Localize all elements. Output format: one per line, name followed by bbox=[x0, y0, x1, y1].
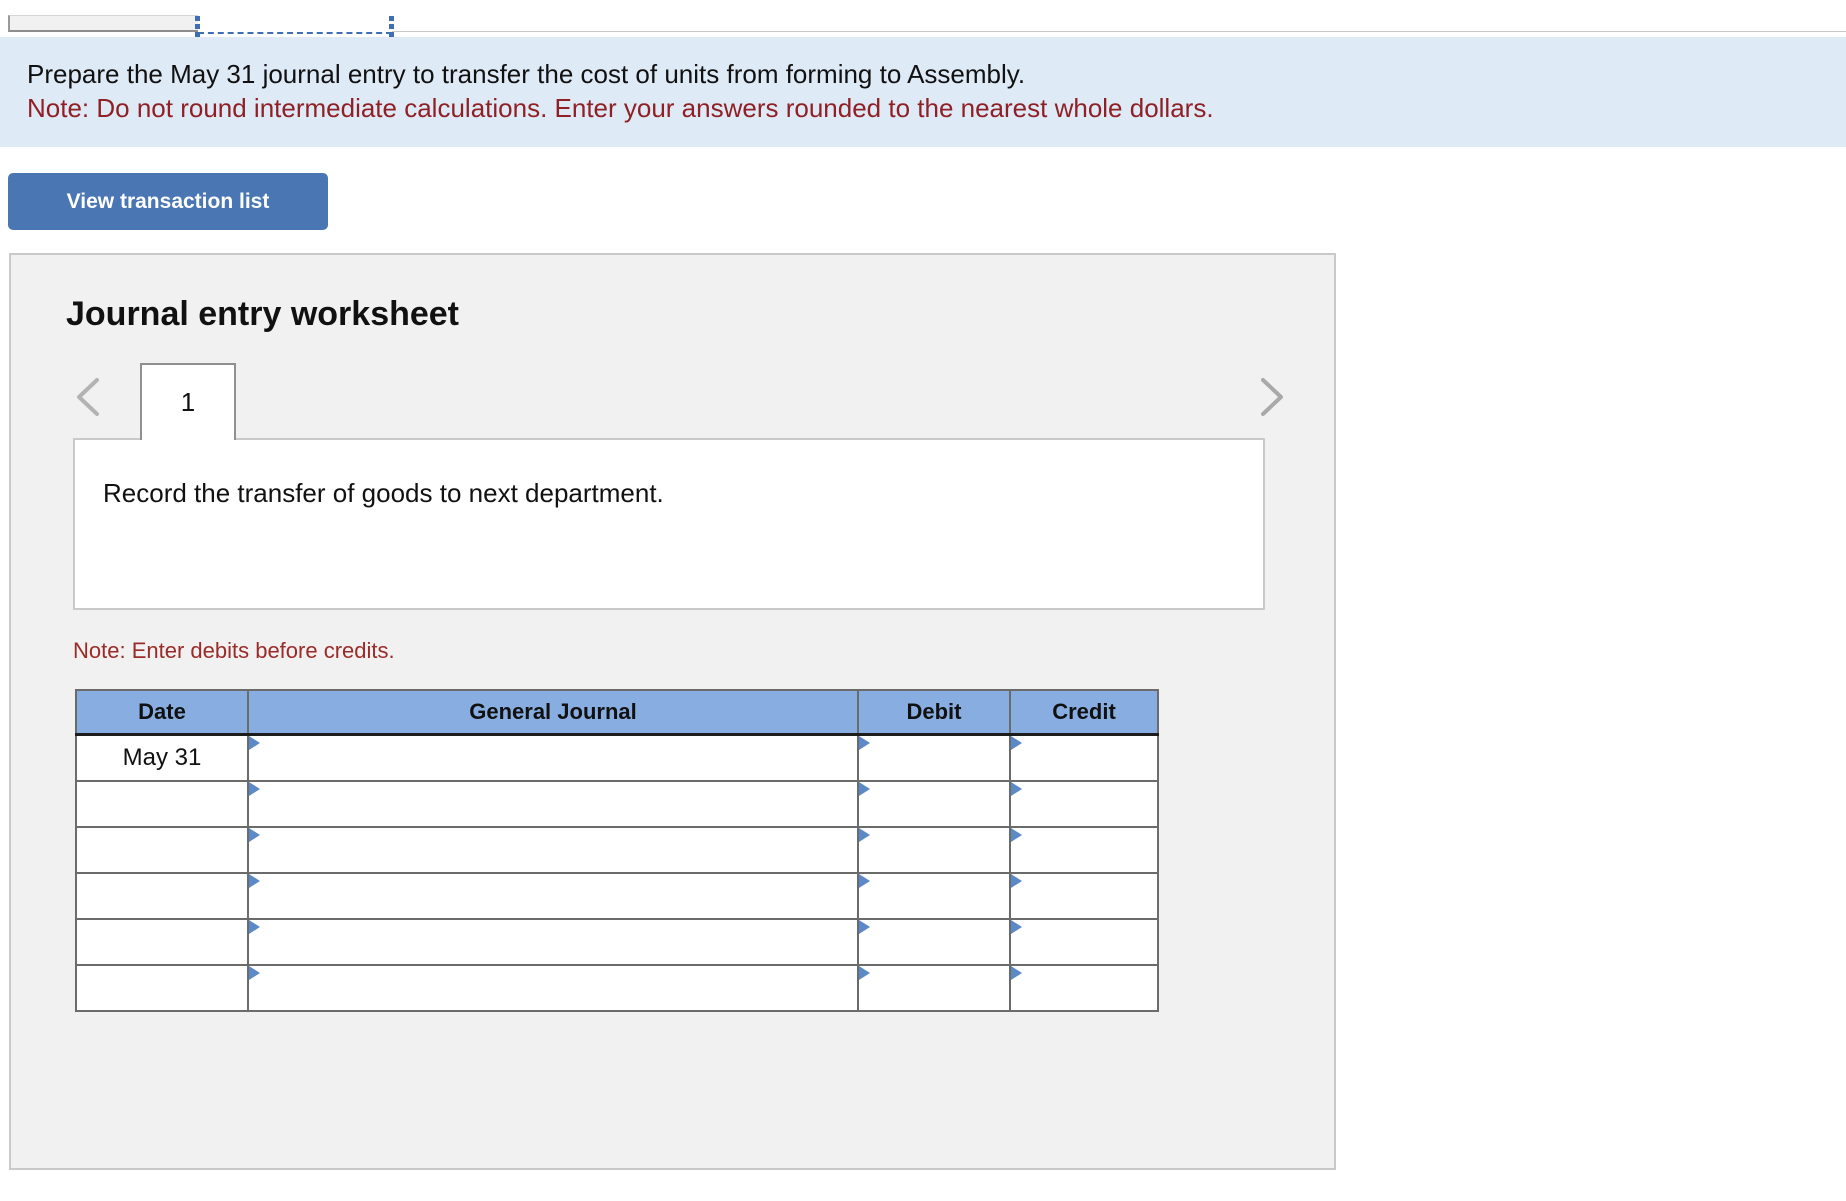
journal-account-select[interactable] bbox=[252, 830, 854, 869]
journal-account-select-cell bbox=[247, 825, 859, 874]
dropdown-caret-icon bbox=[859, 827, 870, 842]
debits-before-credits-note: Note: Enter debits before credits. bbox=[73, 638, 395, 663]
journal-date-cell[interactable] bbox=[75, 779, 249, 828]
dropdown-caret-icon bbox=[859, 736, 870, 750]
journal-credit-select[interactable] bbox=[1014, 968, 1154, 1007]
transaction-description-text: Record the transfer of goods to next dep… bbox=[103, 478, 664, 508]
selection-handle-top-left[interactable] bbox=[195, 16, 200, 21]
dropdown-caret-icon bbox=[859, 873, 870, 888]
selection-dashed-block bbox=[198, 15, 392, 34]
column-header-general-journal: General Journal bbox=[247, 689, 859, 736]
table-row bbox=[75, 779, 1159, 828]
journal-account-select-cell bbox=[247, 963, 859, 1012]
column-header-date: Date bbox=[75, 689, 249, 736]
selection-trailing-rule bbox=[392, 15, 1846, 32]
column-header-debit: Debit bbox=[857, 689, 1011, 736]
instruction-note: Note: Do not round intermediate calculat… bbox=[27, 93, 1214, 123]
transaction-description-box: Record the transfer of goods to next dep… bbox=[73, 438, 1265, 610]
dropdown-caret-icon bbox=[859, 919, 870, 934]
journal-account-select-cell bbox=[247, 871, 859, 920]
journal-debit-select-cell bbox=[857, 871, 1011, 920]
chevron-left-icon[interactable] bbox=[69, 372, 109, 422]
journal-debit-select[interactable] bbox=[862, 830, 1006, 869]
selection-handle-top-right[interactable] bbox=[389, 16, 394, 21]
journal-entry-table: Date General Journal Debit Credit May 31 bbox=[75, 689, 1159, 1012]
table-header-row: Date General Journal Debit Credit bbox=[75, 689, 1159, 736]
journal-account-select[interactable] bbox=[252, 784, 854, 823]
worksheet-tab-1[interactable]: 1 bbox=[140, 363, 236, 440]
journal-credit-select[interactable] bbox=[1014, 922, 1154, 961]
journal-account-select[interactable] bbox=[252, 739, 854, 777]
table-row bbox=[75, 825, 1159, 874]
journal-credit-select-cell bbox=[1009, 871, 1159, 920]
journal-date-cell[interactable] bbox=[75, 825, 249, 874]
selection-handle-mid-left[interactable] bbox=[195, 24, 200, 29]
journal-debit-select[interactable] bbox=[862, 922, 1006, 961]
journal-debit-select[interactable] bbox=[862, 739, 1006, 777]
table-row bbox=[75, 917, 1159, 966]
dropdown-caret-icon bbox=[1011, 827, 1022, 842]
journal-account-select-cell bbox=[247, 917, 859, 966]
journal-credit-select[interactable] bbox=[1014, 739, 1154, 777]
journal-account-select[interactable] bbox=[252, 876, 854, 915]
dropdown-caret-icon bbox=[1011, 736, 1022, 750]
dropdown-caret-icon bbox=[249, 965, 260, 980]
dropdown-caret-icon bbox=[249, 781, 260, 796]
journal-debit-select-cell bbox=[857, 733, 1011, 782]
journal-credit-select[interactable] bbox=[1014, 784, 1154, 823]
dropdown-caret-icon bbox=[249, 827, 260, 842]
dropdown-caret-icon bbox=[249, 736, 260, 750]
dropdown-caret-icon bbox=[1011, 965, 1022, 980]
dropdown-caret-icon bbox=[1011, 781, 1022, 796]
journal-date-cell[interactable] bbox=[75, 963, 249, 1012]
journal-date-cell[interactable] bbox=[75, 917, 249, 966]
journal-entry-worksheet-panel: Journal entry worksheet 1 Record the tra… bbox=[9, 253, 1336, 1170]
journal-debit-select-cell bbox=[857, 825, 1011, 874]
journal-debit-select[interactable] bbox=[862, 784, 1006, 823]
page-title: Journal entry worksheet bbox=[66, 295, 460, 333]
dropdown-caret-icon bbox=[249, 873, 260, 888]
journal-account-select-cell bbox=[247, 733, 859, 782]
dropdown-caret-icon bbox=[249, 919, 260, 934]
journal-credit-select-cell bbox=[1009, 963, 1159, 1012]
column-header-credit: Credit bbox=[1009, 689, 1159, 736]
journal-debit-select-cell bbox=[857, 779, 1011, 828]
selection-strip bbox=[0, 0, 1846, 39]
selection-grey-block bbox=[8, 15, 198, 32]
instruction-banner: Prepare the May 31 journal entry to tran… bbox=[0, 37, 1846, 147]
instruction-text: Prepare the May 31 journal entry to tran… bbox=[27, 59, 1026, 89]
table-row: May 31 bbox=[75, 733, 1159, 782]
journal-account-select[interactable] bbox=[252, 922, 854, 961]
journal-debit-select-cell bbox=[857, 917, 1011, 966]
journal-account-select-cell bbox=[247, 779, 859, 828]
journal-credit-select-cell bbox=[1009, 825, 1159, 874]
dropdown-caret-icon bbox=[1011, 873, 1022, 888]
selection-handle-mid-right[interactable] bbox=[389, 24, 394, 29]
page-root: Prepare the May 31 journal entry to tran… bbox=[0, 0, 1846, 1201]
journal-debit-select[interactable] bbox=[862, 876, 1006, 915]
journal-debit-select-cell bbox=[857, 963, 1011, 1012]
journal-credit-select-cell bbox=[1009, 733, 1159, 782]
table-row bbox=[75, 871, 1159, 920]
journal-date-cell[interactable] bbox=[75, 871, 249, 920]
journal-credit-select-cell bbox=[1009, 779, 1159, 828]
dropdown-caret-icon bbox=[859, 965, 870, 980]
journal-credit-select[interactable] bbox=[1014, 830, 1154, 869]
journal-date-cell[interactable]: May 31 bbox=[75, 733, 249, 782]
journal-credit-select-cell bbox=[1009, 917, 1159, 966]
journal-account-select[interactable] bbox=[252, 968, 854, 1007]
dropdown-caret-icon bbox=[1011, 919, 1022, 934]
dropdown-caret-icon bbox=[859, 781, 870, 796]
table-row bbox=[75, 963, 1159, 1012]
journal-credit-select[interactable] bbox=[1014, 876, 1154, 915]
chevron-right-icon[interactable] bbox=[1251, 372, 1291, 422]
worksheet-tab-label: 1 bbox=[180, 387, 196, 417]
view-transaction-list-button[interactable]: View transaction list bbox=[8, 173, 328, 230]
journal-debit-select[interactable] bbox=[862, 968, 1006, 1007]
